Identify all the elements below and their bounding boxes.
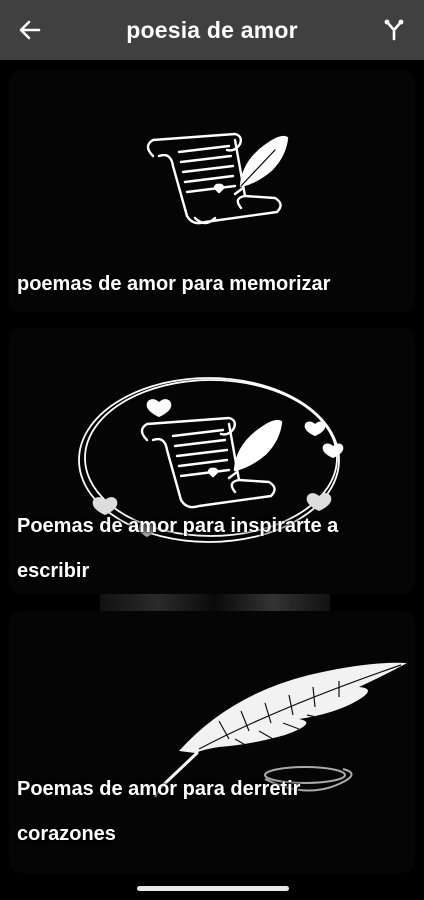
- card-label: Poemas de amor para inspirarte a escribi…: [17, 515, 339, 582]
- share-icon: [384, 19, 404, 41]
- card-label: poemas de amor para memorizar: [17, 273, 331, 295]
- back-button[interactable]: [14, 14, 46, 46]
- arrow-back-icon: [19, 20, 41, 40]
- page-title: poesia de amor: [126, 16, 298, 43]
- home-indicator[interactable]: [137, 886, 289, 891]
- app-bar: poesia de amor: [0, 0, 424, 60]
- scroll-quill-icon: [146, 132, 289, 225]
- poem-category-card-melt-hearts[interactable]: Poemas de amor para derretir corazones: [9, 611, 415, 873]
- card-label: Poemas de amor para derretir corazones: [17, 778, 301, 845]
- share-button[interactable]: [378, 14, 410, 46]
- poem-category-card-memorize[interactable]: poemas de amor para memorizar: [9, 70, 415, 312]
- background-strip: [100, 594, 330, 611]
- poem-category-card-inspire[interactable]: Poemas de amor para inspirarte a escribi…: [9, 328, 415, 594]
